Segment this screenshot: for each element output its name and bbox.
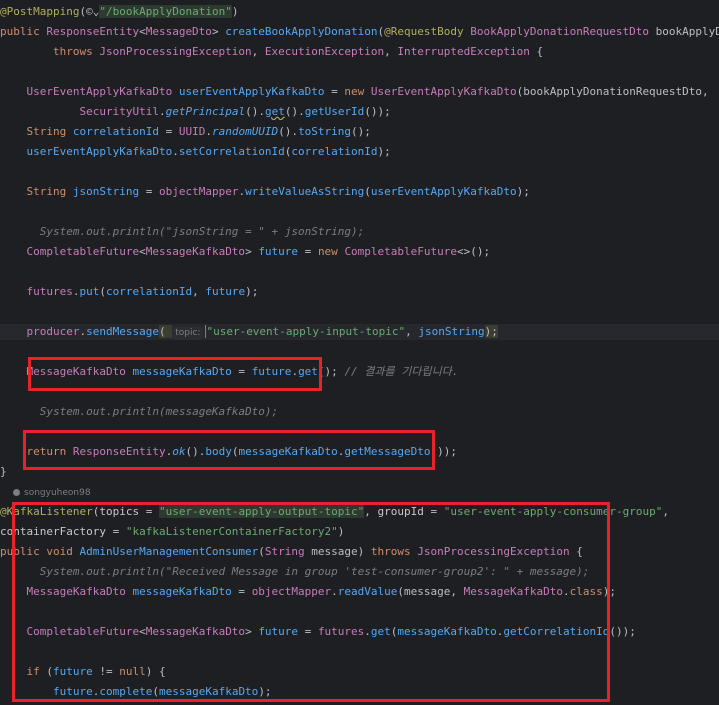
code-line-kafka-listener: @KafkaListener(topics = "user-event-appl…: [0, 505, 669, 518]
code-line-security-util: SecurityUtil.getPrincipal().get().getUse…: [79, 105, 391, 118]
code-line-comment-println: System.out.println("jsonString = " + jso…: [39, 225, 365, 238]
code-line-container-factory: containerFactory = "kafkaListenerContain…: [0, 525, 345, 538]
code-line-complete: future.complete(messageKafkaDto);: [52, 685, 272, 698]
code-line-close-brace: }: [0, 465, 7, 478]
code-line-correlation-id: String correlationId = UUID.randomUUID()…: [26, 125, 371, 138]
code-editor[interactable]: @PostMapping(©⌄"/bookApplyDonation") pub…: [0, 0, 719, 705]
code-line-if-null: if (future != null) {: [26, 665, 166, 678]
code-line-new-dto: UserEventApplyKafkaDto userEventApplyKaf…: [26, 85, 709, 98]
code-line-return: return ResponseEntity.ok().body(messageK…: [26, 445, 458, 458]
code-line-send-message: producer.sendMessage( topic: "user-event-…: [0, 324, 719, 340]
code-line-futures-put: futures.put(correlationId, future);: [26, 285, 259, 298]
code-line-future-new: CompletableFuture<MessageKafkaDto> futur…: [26, 245, 491, 258]
endpoint-icon[interactable]: ©⌄: [86, 5, 99, 18]
code-line-read-value: MessageKafkaDto messageKafkaDto = object…: [26, 585, 616, 598]
code-line-post-mapping: @PostMapping(©⌄"/bookApplyDonation"): [0, 5, 239, 18]
code-line-json-string: String jsonString = objectMapper.writeVa…: [26, 185, 530, 198]
code-line-println-dto: System.out.println(messageKafkaDto);: [39, 405, 279, 418]
code-line-method-signature: public ResponseEntity<MessageDto> create…: [0, 25, 719, 38]
code-author-hint[interactable]: songyuheon98: [13, 486, 91, 500]
code-line-future-get: MessageKafkaDto messageKafkaDto = future…: [26, 365, 459, 378]
parameter-hint: topic:: [172, 327, 204, 340]
code-line-received-comment: System.out.println("Received Message in …: [39, 565, 590, 578]
code-line-consumer-method: public void AdminUserManagementConsumer(…: [0, 545, 583, 558]
user-icon: [13, 489, 20, 496]
code-line-set-correlation: userEventApplyKafkaDto.setCorrelationId(…: [26, 145, 391, 158]
code-line-futures-get: CompletableFuture<MessageKafkaDto> futur…: [26, 625, 636, 638]
code-line-throws: throws JsonProcessingException, Executio…: [0, 45, 544, 58]
